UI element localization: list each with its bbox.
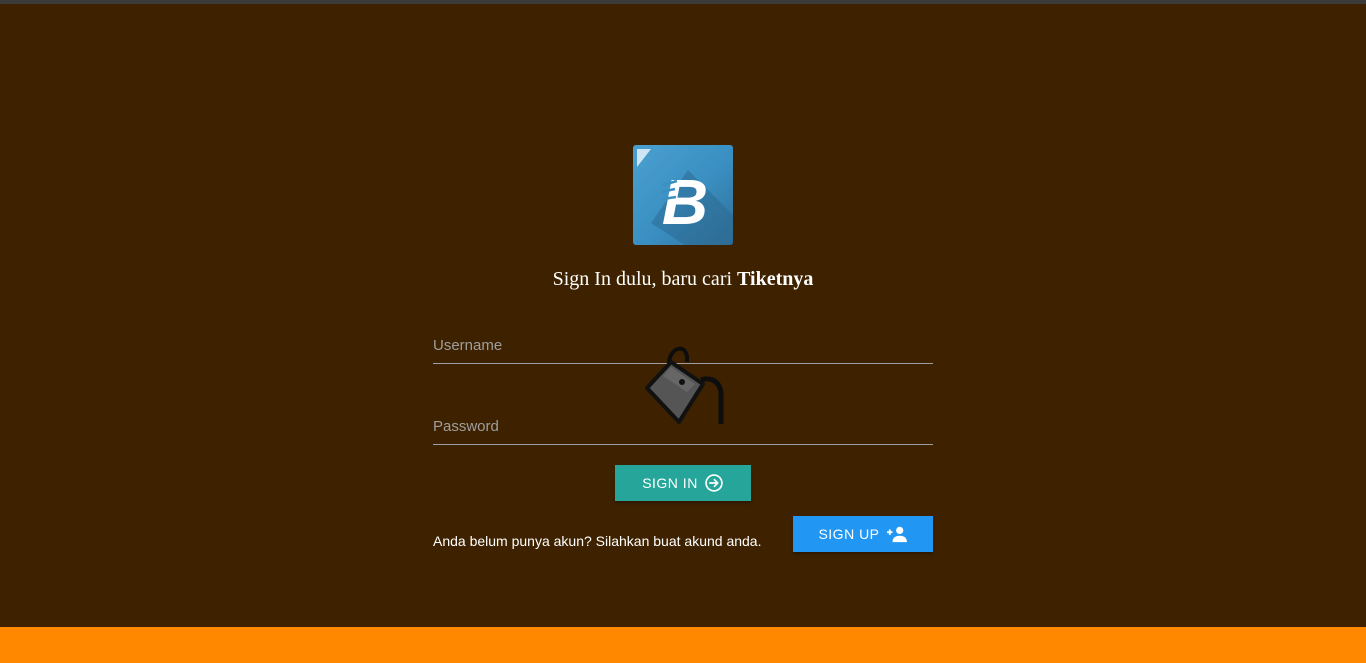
sign-up-button[interactable]: SIGN UP <box>793 516 933 552</box>
sign-up-label: SIGN UP <box>818 526 880 542</box>
footer-bar <box>0 627 1366 663</box>
person-add-icon <box>886 526 907 543</box>
sign-in-button[interactable]: SIGN IN <box>615 465 751 501</box>
page-title-text: Sign In dulu, baru cari <box>552 268 738 290</box>
page-title-emphasis: Tiketnya <box>737 268 814 290</box>
brand-logo: B <box>633 145 733 245</box>
svg-text:B: B <box>662 166 708 238</box>
page-title: Sign In dulu, baru cari Tiketnya <box>433 268 933 291</box>
paint-bucket-icon <box>645 346 724 424</box>
sign-in-label: SIGN IN <box>642 475 698 491</box>
signup-prompt: Anda belum punya akun? Silahkan buat aku… <box>433 533 762 549</box>
brand-logo-icon: B <box>637 149 733 245</box>
top-strip <box>0 0 1366 4</box>
arrow-circle-right-icon <box>705 474 723 492</box>
